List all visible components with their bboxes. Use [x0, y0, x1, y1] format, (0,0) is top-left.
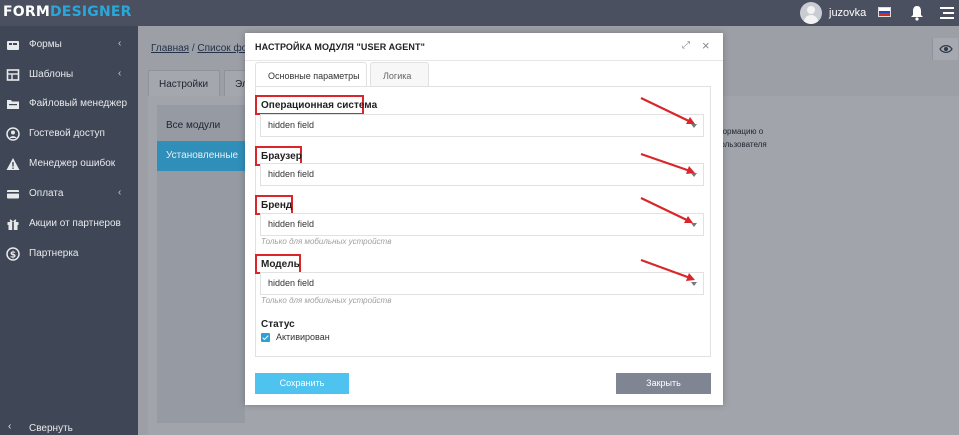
sidebar-item-file-manager[interactable]: Файловый менеджер [0, 93, 138, 115]
close-button[interactable]: Закрыть [616, 373, 711, 394]
username[interactable]: juzovka [829, 7, 866, 19]
sidebar-item-label: Партнерка [29, 248, 79, 259]
activated-checkbox-label[interactable]: Активирован [276, 332, 330, 342]
tab-logic[interactable]: Логика [370, 62, 429, 87]
sidebar-item-payment[interactable]: Оплата ‹ [0, 183, 138, 205]
annotation-arrow [640, 197, 693, 223]
tab-label: Основные параметры [268, 71, 360, 81]
sidebar-item-label: Акции от партнеров [29, 218, 121, 229]
os-field-label: Операционная система [261, 100, 378, 111]
activated-checkbox[interactable] [261, 333, 270, 342]
collapse-label: Свернуть [29, 423, 73, 434]
status-label: Статус [261, 319, 295, 330]
brand-field-label: Бренд [261, 200, 293, 211]
sidebar-item-forms[interactable]: Формы ‹ [0, 34, 138, 56]
app-logo[interactable]: FORMDESIGNER [3, 4, 132, 20]
close-icon[interactable]: × [702, 38, 710, 53]
tab-main-params[interactable]: Основные параметры [255, 62, 367, 87]
logo-part1: FORM [3, 4, 50, 20]
model-field-help: Только для мобильных устройств [261, 296, 392, 305]
chevron-left-icon: ‹ [118, 38, 122, 49]
model-field-label: Модель [261, 259, 300, 270]
forms-icon [7, 41, 19, 50]
sidebar-item-label: Формы [29, 39, 62, 50]
top-bar: FORMDESIGNER juzovka [0, 0, 959, 26]
sidebar-item-label: Файловый менеджер [29, 98, 128, 109]
annotation-arrow [640, 97, 695, 124]
description-line: пользователя [716, 140, 767, 149]
guest-access-icon [6, 127, 20, 141]
modules-list: Все модули Установленные [157, 105, 245, 423]
modules-all-item[interactable]: Все модули [157, 111, 245, 141]
modal-title: НАСТРОЙКА МОДУЛЯ "USER AGENT" [255, 42, 425, 52]
user-avatar[interactable] [800, 2, 822, 24]
payment-icon [7, 190, 19, 199]
breadcrumb: Главная / Список форм [151, 43, 260, 54]
select-value: hidden field [268, 169, 315, 179]
sidebar-item-templates[interactable]: Шаблоны ‹ [0, 64, 138, 86]
chevron-left-icon: ‹ [118, 187, 122, 198]
chevron-left-icon: ‹ [118, 68, 122, 79]
annotation-arrow [640, 152, 695, 174]
module-description: формацию о пользователя [716, 125, 767, 151]
sidebar: Формы ‹ Шаблоны ‹ Файловый менеджер Гост… [0, 26, 138, 435]
sidebar-collapse-button[interactable]: ‹ Свернуть [0, 420, 138, 435]
sidebar-item-partner-promos[interactable]: Акции от партнеров [0, 213, 138, 235]
sidebar-item-partner-program[interactable]: $ Партнерка [0, 243, 138, 265]
warning-icon [6, 158, 20, 170]
sidebar-item-error-manager[interactable]: Менеджер ошибок [0, 153, 138, 175]
logo-part2: DESIGNER [49, 4, 132, 20]
user-agent-settings-modal: НАСТРОЙКА МОДУЛЯ "USER AGENT" ⤢ × Основн… [245, 33, 723, 405]
russian-flag-icon[interactable] [878, 7, 891, 17]
sidebar-item-label: Шаблоны [29, 69, 74, 80]
select-value: hidden field [268, 278, 315, 288]
dollar-icon: $ [6, 247, 20, 261]
tab-settings[interactable]: Настройки [148, 70, 220, 97]
tab-label: Логика [383, 71, 412, 81]
sidebar-item-guest-access[interactable]: Гостевой доступ [0, 123, 138, 145]
breadcrumb-home-link[interactable]: Главная [151, 43, 189, 54]
eye-icon [939, 45, 953, 53]
sidebar-item-label: Менеджер ошибок [29, 158, 116, 169]
sidebar-item-label: Гостевой доступ [29, 128, 105, 139]
file-manager-icon [7, 100, 19, 109]
tab-label: Настройки [159, 79, 209, 90]
hamburger-menu-icon[interactable] [940, 6, 954, 20]
modal-divider [245, 60, 723, 61]
select-value: hidden field [268, 120, 315, 130]
annotation-arrow [640, 258, 695, 281]
bell-icon[interactable] [910, 5, 924, 21]
save-button[interactable]: Сохранить [255, 373, 349, 394]
templates-icon [6, 69, 20, 81]
chevron-left-icon: ‹ [8, 421, 12, 432]
expand-icon[interactable]: ⤢ [682, 40, 690, 51]
browser-field-label: Браузер [261, 151, 302, 162]
module-item-label: Установленные [166, 150, 239, 161]
description-line: формацию о [716, 127, 764, 136]
sidebar-item-label: Оплата [29, 188, 64, 199]
brand-field-help: Только для мобильных устройств [261, 237, 392, 246]
gift-icon [7, 219, 19, 230]
module-item-label: Все модули [166, 120, 221, 131]
svg-text:$: $ [10, 250, 16, 260]
select-value: hidden field [268, 219, 315, 229]
modules-installed-item[interactable]: Установленные [157, 141, 245, 171]
preview-button[interactable] [932, 38, 958, 60]
